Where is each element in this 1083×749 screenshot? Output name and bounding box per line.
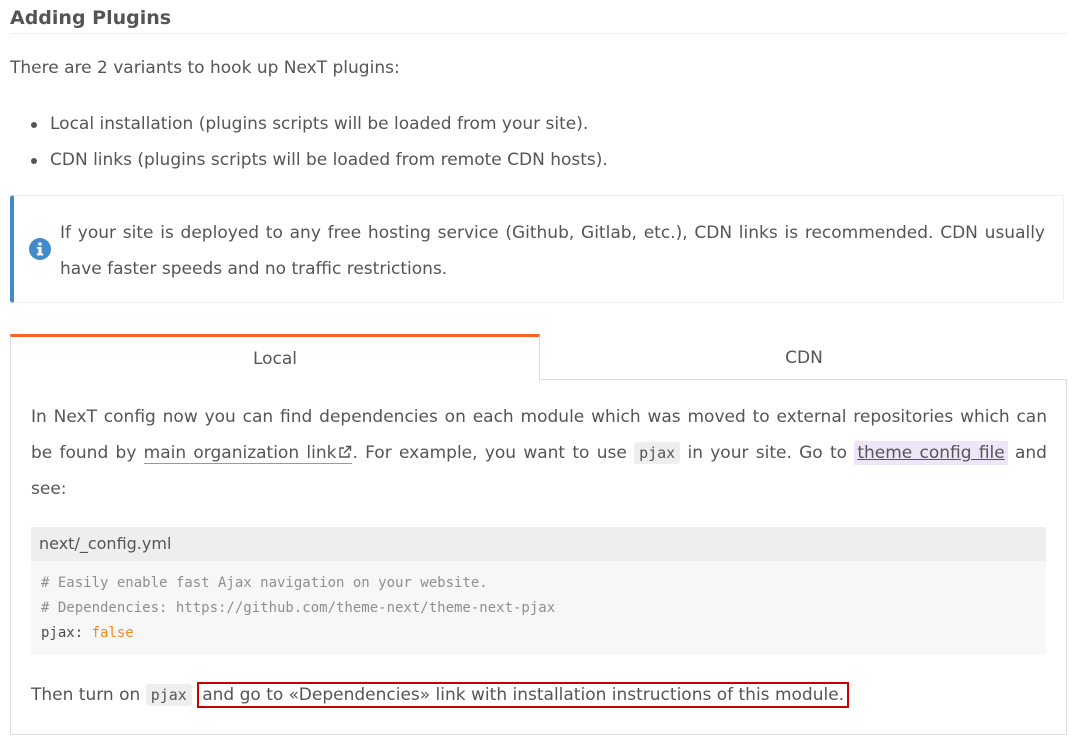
inline-code: pjax xyxy=(634,442,681,464)
tab-local[interactable]: Local xyxy=(10,334,540,381)
tab-panel-local: In NexT config now you can find dependen… xyxy=(10,379,1067,735)
external-link-icon xyxy=(339,445,352,458)
list-item: Local installation (plugins scripts will… xyxy=(30,112,608,148)
info-circle-icon xyxy=(29,238,51,260)
link-label: main organization link xyxy=(143,443,337,463)
paragraph-text: . For example, you want to use xyxy=(352,443,635,463)
code-key: pjax xyxy=(41,625,75,641)
inline-code: pjax xyxy=(145,684,192,706)
code-line: pjax: false xyxy=(41,621,1036,646)
note-text: If your site is deployed to any free hos… xyxy=(60,223,1045,279)
info-note: If your site is deployed to any free hos… xyxy=(10,195,1064,303)
code-content: # Easily enable fast Ajax navigation on … xyxy=(31,561,1046,656)
code-colon: : xyxy=(74,625,92,641)
code-line: # Dependencies: https://github.com/theme… xyxy=(41,600,556,616)
theme-config-link[interactable]: theme config file xyxy=(854,441,1008,465)
final-paragraph: Then turn on pjax and go to «Dependencie… xyxy=(31,681,850,709)
code-line: # Easily enable fast Ajax navigation on … xyxy=(41,575,488,591)
highlighted-text: and go to «Dependencies» link with insta… xyxy=(197,682,850,708)
page-title: Adding Plugins xyxy=(10,4,1067,34)
code-caption: next/_config.yml xyxy=(31,527,1046,561)
code-value: false xyxy=(91,625,134,641)
install-tabs: Local CDN xyxy=(10,334,1067,381)
page: Adding Plugins There are 2 variants to h… xyxy=(0,0,1083,749)
tab-cdn[interactable]: CDN xyxy=(541,334,1067,380)
panel-paragraph: In NexT config now you can find dependen… xyxy=(31,399,1047,507)
variant-list: Local installation (plugins scripts will… xyxy=(30,112,608,184)
intro-text: There are 2 variants to hook up NexT plu… xyxy=(10,58,400,78)
list-item: CDN links (plugins scripts will be loade… xyxy=(30,148,608,184)
code-block: next/_config.yml # Easily enable fast Aj… xyxy=(31,527,1046,655)
paragraph-text: Then turn on xyxy=(31,685,146,705)
main-organization-link[interactable]: main organization link xyxy=(143,443,353,464)
paragraph-text: in your site. Go to xyxy=(680,443,855,463)
